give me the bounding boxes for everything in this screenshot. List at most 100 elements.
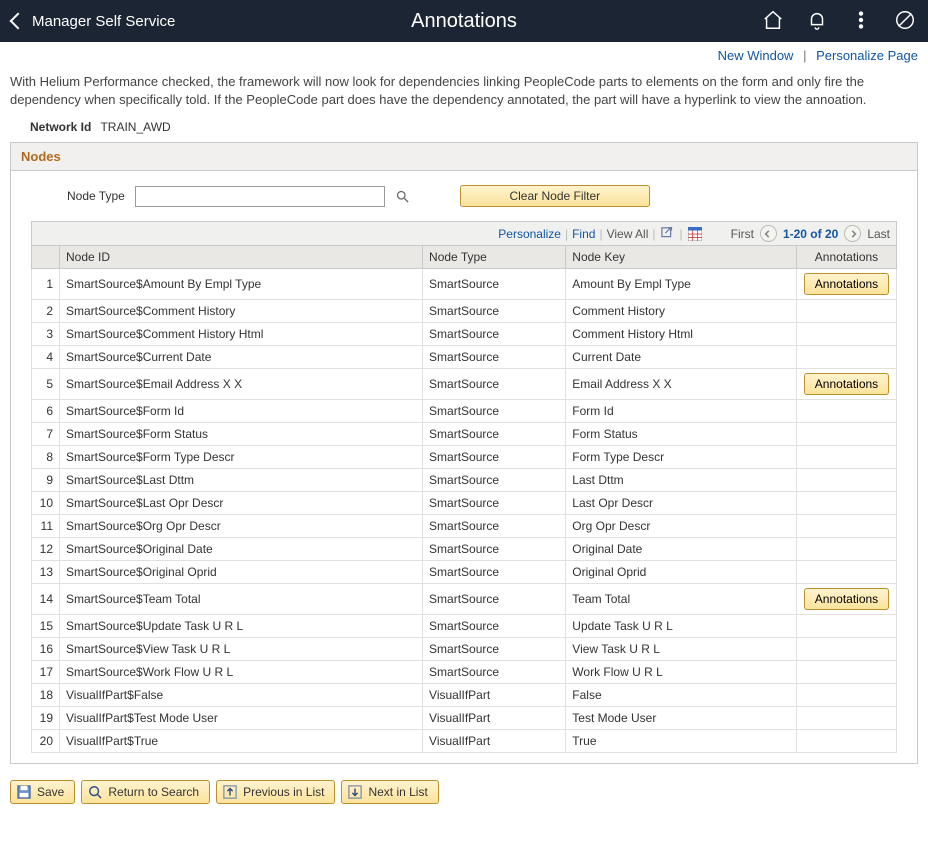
previous-in-list-button[interactable]: Previous in List (216, 780, 335, 804)
back-button[interactable]: Manager Self Service (12, 13, 175, 30)
cell-node-id: SmartSource$Last Dttm (60, 469, 423, 492)
kebab-menu-icon[interactable] (850, 9, 872, 34)
cell-node-id: SmartSource$Update Task U R L (60, 615, 423, 638)
row-num: 7 (32, 423, 60, 446)
arrow-up-icon (223, 785, 237, 799)
table-row: 19VisualIfPart$Test Mode UserVisualIfPar… (32, 707, 897, 730)
cell-node-key: Form Id (566, 400, 797, 423)
table-row: 11SmartSource$Org Opr DescrSmartSourceOr… (32, 515, 897, 538)
cell-node-key: Original Date (566, 538, 797, 561)
col-node-key[interactable]: Node Key (566, 246, 797, 269)
annotations-button[interactable]: Annotations (804, 273, 889, 295)
row-num: 14 (32, 584, 60, 615)
cell-annotations (797, 423, 897, 446)
cell-node-type: SmartSource (423, 446, 566, 469)
compass-icon[interactable] (894, 9, 916, 34)
cell-node-key: Comment History (566, 300, 797, 323)
table-row: 9SmartSource$Last DttmSmartSourceLast Dt… (32, 469, 897, 492)
row-num: 10 (32, 492, 60, 515)
save-button[interactable]: Save (10, 780, 75, 804)
next-in-list-button[interactable]: Next in List (341, 780, 438, 804)
cell-node-key: Last Opr Descr (566, 492, 797, 515)
cell-annotations (797, 346, 897, 369)
table-row: 2SmartSource$Comment HistorySmartSourceC… (32, 300, 897, 323)
cell-node-key: Last Dttm (566, 469, 797, 492)
cell-annotations (797, 446, 897, 469)
cell-annotations (797, 684, 897, 707)
zoom-grid-icon[interactable] (660, 226, 676, 242)
cell-node-id: VisualIfPart$True (60, 730, 423, 753)
cell-node-type: VisualIfPart (423, 707, 566, 730)
cell-annotations (797, 323, 897, 346)
cell-node-id: SmartSource$Work Flow U R L (60, 661, 423, 684)
clear-node-filter-button[interactable]: Clear Node Filter (460, 185, 650, 207)
row-num: 9 (32, 469, 60, 492)
network-id-value: TRAIN_AWD (100, 120, 170, 134)
cell-node-key: Current Date (566, 346, 797, 369)
sub-header: New Window | Personalize Page (0, 42, 928, 63)
cell-node-key: View Task U R L (566, 638, 797, 661)
lookup-icon[interactable] (395, 189, 410, 204)
row-num: 13 (32, 561, 60, 584)
annotations-button[interactable]: Annotations (804, 373, 889, 395)
table-row: 14SmartSource$Team TotalSmartSourceTeam … (32, 584, 897, 615)
cell-annotations (797, 400, 897, 423)
annotations-button[interactable]: Annotations (804, 588, 889, 610)
view-all-link[interactable]: View All (607, 227, 649, 241)
personalize-page-link[interactable]: Personalize Page (816, 48, 918, 63)
table-row: 15SmartSource$Update Task U R LSmartSour… (32, 615, 897, 638)
nav-prev-icon[interactable] (760, 225, 777, 242)
node-type-filter-row: Node Type Clear Node Filter (67, 185, 897, 207)
cell-node-type: SmartSource (423, 300, 566, 323)
col-num (32, 246, 60, 269)
spreadsheet-icon[interactable] (687, 226, 703, 242)
table-row: 3SmartSource$Comment History HtmlSmartSo… (32, 323, 897, 346)
find-link[interactable]: Find (572, 227, 595, 241)
cell-node-key: True (566, 730, 797, 753)
cell-annotations: Annotations (797, 269, 897, 300)
cell-node-type: SmartSource (423, 492, 566, 515)
row-num: 11 (32, 515, 60, 538)
cell-node-type: SmartSource (423, 369, 566, 400)
network-id-label: Network Id (30, 120, 91, 134)
col-node-id[interactable]: Node ID (60, 246, 423, 269)
cell-annotations: Annotations (797, 369, 897, 400)
cell-node-id: SmartSource$Form Type Descr (60, 446, 423, 469)
cell-annotations (797, 515, 897, 538)
nav-range: 1-20 of 20 (783, 227, 838, 241)
cell-node-type: SmartSource (423, 584, 566, 615)
return-to-search-button[interactable]: Return to Search (81, 780, 210, 804)
col-node-type[interactable]: Node Type (423, 246, 566, 269)
cell-node-id: SmartSource$Amount By Empl Type (60, 269, 423, 300)
arrow-down-icon (348, 785, 362, 799)
row-num: 18 (32, 684, 60, 707)
cell-node-id: SmartSource$Form Status (60, 423, 423, 446)
cell-node-type: VisualIfPart (423, 684, 566, 707)
cell-node-key: Form Type Descr (566, 446, 797, 469)
row-num: 17 (32, 661, 60, 684)
new-window-link[interactable]: New Window (718, 48, 794, 63)
bell-icon[interactable] (806, 9, 828, 34)
table-row: 8SmartSource$Form Type DescrSmartSourceF… (32, 446, 897, 469)
cell-node-type: SmartSource (423, 615, 566, 638)
intro-text: With Helium Performance checked, the fra… (0, 63, 928, 114)
row-num: 19 (32, 707, 60, 730)
home-icon[interactable] (762, 9, 784, 34)
nav-next-icon[interactable] (844, 225, 861, 242)
nav-last[interactable]: Last (867, 227, 890, 241)
personalize-link[interactable]: Personalize (498, 227, 561, 241)
cell-node-id: SmartSource$View Task U R L (60, 638, 423, 661)
cell-node-id: SmartSource$Email Address X X (60, 369, 423, 400)
nav-first[interactable]: First (731, 227, 754, 241)
grid-toolbar: Personalize | Find | View All | | First … (31, 221, 897, 245)
col-annotations[interactable]: Annotations (797, 246, 897, 269)
back-label: Manager Self Service (32, 13, 175, 30)
cell-node-id: SmartSource$Comment History (60, 300, 423, 323)
cell-node-key: Team Total (566, 584, 797, 615)
nodes-section: Nodes Node Type Clear Node Filter Person… (10, 142, 918, 764)
cell-node-key: Amount By Empl Type (566, 269, 797, 300)
cell-annotations (797, 300, 897, 323)
cell-node-type: SmartSource (423, 561, 566, 584)
node-type-input[interactable] (135, 186, 385, 207)
row-num: 12 (32, 538, 60, 561)
